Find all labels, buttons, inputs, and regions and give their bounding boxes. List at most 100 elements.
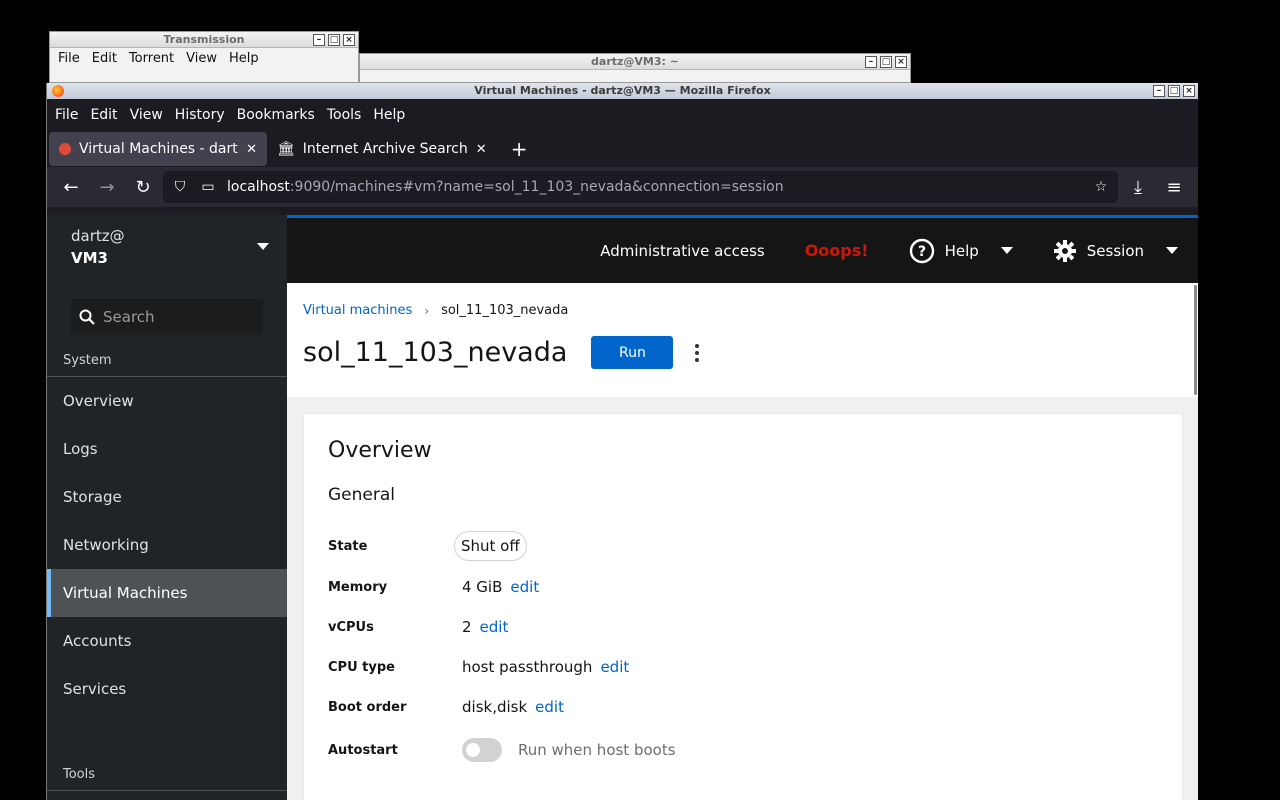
svg-text:?: ? [918,244,926,260]
boot-order-edit-link[interactable]: edit [535,698,564,716]
help-icon: ? [909,238,934,263]
minimize-button[interactable]: – [865,56,877,68]
section-tools: Tools [47,767,287,791]
close-button[interactable]: × [343,34,355,46]
terminal-titlebar[interactable]: dartz@VM3: ~ – □ × [360,54,910,70]
shield-icon[interactable]: ⛉ [171,179,189,195]
session-menu[interactable]: Session [1033,239,1198,263]
help-menu[interactable]: ? Help [889,238,1033,264]
ooops-label: Ooops! [804,241,869,260]
page-header: Virtual machines › sol_11_103_nevada sol… [287,283,1198,397]
menu-bookmarks[interactable]: Bookmarks [231,107,321,123]
sidebar-item-networking[interactable]: Networking [47,521,287,569]
tab-label: Internet Archive Search: [302,141,468,157]
tab-close-icon[interactable]: ✕ [476,142,487,157]
state-badge: Shut off [454,531,527,561]
firefox-title: Virtual Machines - dartz@VM3 — Mozilla F… [474,84,771,97]
admin-label: Administrative access [600,241,765,260]
gear-icon [1053,239,1076,262]
tab-label: Virtual Machines - dartz@ [79,141,238,157]
maximize-button[interactable]: □ [1168,85,1180,97]
search-icon [79,309,95,325]
caret-down-icon [1166,247,1178,254]
administrative-access-button[interactable]: Administrative access [580,242,785,260]
boot-order-row: Boot order disk,disk edit [328,698,564,716]
breadcrumb-virtual-machines[interactable]: Virtual machines [303,303,412,318]
maximize-button[interactable]: □ [328,34,340,46]
menu-history[interactable]: History [169,107,231,123]
state-row: State Shut off [328,531,527,561]
scrollbar[interactable] [1194,285,1197,395]
autostart-toggle-label: Run when host boots [518,741,676,759]
memory-edit-link[interactable]: edit [510,578,539,596]
tab-close-icon[interactable]: ✕ [246,142,257,157]
close-button[interactable]: × [895,56,907,68]
sidebar-item-accounts[interactable]: Accounts [47,617,287,665]
transmission-titlebar[interactable]: Transmission – □ × [50,32,358,48]
vcpus-label: vCPUs [328,619,374,635]
firefox-window: Virtual Machines - dartz@VM3 — Mozilla F… [46,83,1198,800]
ooops-button[interactable]: Ooops! [785,241,889,260]
menu-view[interactable]: View [180,51,223,66]
cpu-type-label: CPU type [328,659,395,675]
menu-edit[interactable]: Edit [84,107,123,123]
navigation-toolbar: ← → ↻ ⛉ ▭ localhost:9090/machines#vm?nam… [47,167,1198,207]
state-label: State [328,538,368,554]
menu-file[interactable]: File [52,51,86,66]
forward-button[interactable]: → [91,171,123,203]
vcpus-row: vCPUs 2 edit [328,618,508,636]
cpu-type-edit-link[interactable]: edit [600,658,629,676]
cockpit-content: dartz@ VM3 Search System Overview Logs S… [47,215,1198,800]
autostart-label: Autostart [328,742,398,758]
tab-internet-archive[interactable]: 🏛 Internet Archive Search: ✕ [267,131,497,167]
maximize-button[interactable]: □ [880,56,892,68]
reload-button[interactable]: ↻ [127,171,159,203]
bookmark-star-icon[interactable]: ☆ [1092,179,1110,195]
vcpus-value: 2 [462,618,472,636]
page-title: sol_11_103_nevada [303,337,568,368]
menu-tools[interactable]: Tools [321,107,368,123]
boot-order-label: Boot order [328,699,407,715]
autostart-toggle[interactable] [462,738,502,762]
kebab-menu-icon[interactable] [695,343,700,362]
archive-favicon-icon: 🏛 [277,141,295,157]
minimize-button[interactable]: – [313,34,325,46]
cockpit-favicon-icon [59,143,71,155]
transmission-window[interactable]: Transmission – □ × File Edit Torrent Vie… [49,31,359,83]
top-bar: Administrative access Ooops! ? Help Sess… [287,215,1198,283]
sidebar-item-overview[interactable]: Overview [47,377,287,425]
close-button[interactable]: × [1183,85,1195,97]
tab-bar: Virtual Machines - dartz@ ✕ 🏛 Internet A… [47,131,1198,167]
back-button[interactable]: ← [55,171,87,203]
app-menu-button[interactable]: ≡ [1158,171,1190,203]
sidebar-search[interactable]: Search [71,299,263,335]
minimize-button[interactable]: – [1153,85,1165,97]
cpu-type-row: CPU type host passthrough edit [328,658,629,676]
url-bar[interactable]: ⛉ ▭ localhost:9090/machines#vm?name=sol_… [163,171,1118,203]
menu-help[interactable]: Help [367,107,411,123]
breadcrumb: Virtual machines › sol_11_103_nevada [303,303,1182,318]
menu-torrent[interactable]: Torrent [123,51,180,66]
downloads-button[interactable]: ⤓ [1122,171,1154,203]
section-system: System [47,335,287,377]
sidebar-item-services[interactable]: Services [47,665,287,713]
url-path: :9090/machines#vm?name=sol_11_103_nevada… [289,179,784,195]
vcpus-edit-link[interactable]: edit [480,618,509,636]
sidebar-item-virtual-machines[interactable]: Virtual Machines [47,569,287,617]
menu-view[interactable]: View [124,107,169,123]
menu-edit[interactable]: Edit [86,51,123,66]
host-name: VM3 [71,249,108,267]
breadcrumb-current: sol_11_103_nevada [441,303,569,318]
menu-help[interactable]: Help [223,51,265,66]
menu-file[interactable]: File [49,107,84,123]
memory-value: 4 GiB [462,578,503,596]
host-selector[interactable]: dartz@ VM3 [47,215,287,285]
sidebar-item-storage[interactable]: Storage [47,473,287,521]
run-button[interactable]: Run [591,336,674,369]
firefox-titlebar[interactable]: Virtual Machines - dartz@VM3 — Mozilla F… [47,83,1198,99]
page-icon[interactable]: ▭ [199,179,217,195]
terminal-window[interactable]: dartz@VM3: ~ – □ × [359,53,911,83]
tab-virtual-machines[interactable]: Virtual Machines - dartz@ ✕ [49,132,267,166]
new-tab-button[interactable]: + [497,137,542,161]
sidebar-item-logs[interactable]: Logs [47,425,287,473]
